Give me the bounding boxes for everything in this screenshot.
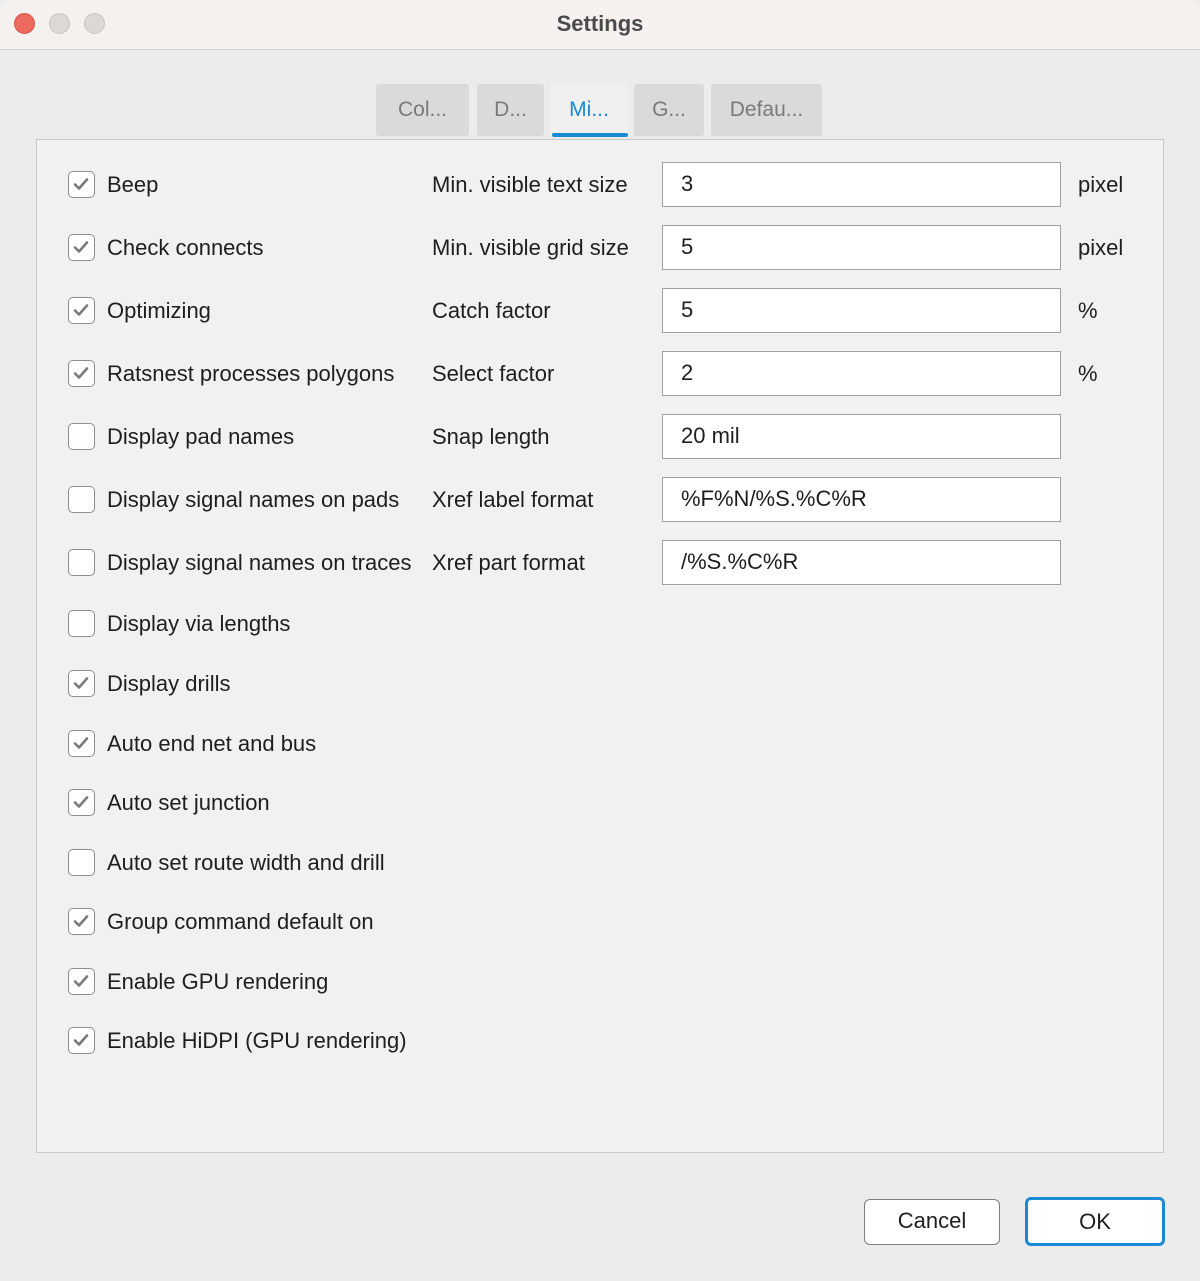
field-input[interactable]: /%S.%C%R — [662, 540, 1061, 585]
field-label: Select factor — [432, 361, 555, 386]
checkbox[interactable] — [68, 789, 95, 816]
cancel-button[interactable]: Cancel — [864, 1199, 1000, 1245]
window-title: Settings — [556, 11, 644, 36]
checkmark-icon — [73, 367, 89, 379]
field-label: Snap length — [432, 424, 550, 449]
field-input[interactable]: %F%N/%S.%C%R — [662, 477, 1061, 522]
tab-misc[interactable]: Mi... — [550, 84, 628, 136]
checkbox-label[interactable]: Enable GPU rendering — [107, 967, 328, 997]
checkbox[interactable] — [68, 360, 95, 387]
checkbox[interactable] — [68, 730, 95, 757]
checkbox[interactable] — [68, 849, 95, 876]
checkmark-icon — [73, 677, 89, 689]
checkbox[interactable] — [68, 1027, 95, 1054]
checkmark-icon — [73, 796, 89, 808]
checkbox-label[interactable]: Display signal names on pads — [107, 485, 399, 515]
checkmark-icon — [73, 1034, 89, 1046]
field-unit: % — [1078, 361, 1098, 386]
checkbox-label[interactable]: Check connects — [107, 233, 264, 263]
checkmark-icon — [73, 975, 89, 987]
tab-d[interactable]: D... — [477, 84, 544, 136]
checkbox[interactable] — [68, 234, 95, 261]
field-input[interactable]: 5 — [662, 288, 1061, 333]
checkbox-label[interactable]: Auto end net and bus — [107, 729, 316, 759]
checkbox[interactable] — [68, 171, 95, 198]
field-input[interactable]: 2 — [662, 351, 1061, 396]
checkbox[interactable] — [68, 908, 95, 935]
field-unit: pixel — [1078, 172, 1124, 197]
field-unit: pixel — [1078, 235, 1124, 260]
tab-colors[interactable]: Col... — [376, 84, 469, 136]
field-label: Catch factor — [432, 298, 551, 323]
checkmark-icon — [73, 178, 89, 190]
checkbox-label[interactable]: Ratsnest processes polygons — [107, 359, 394, 389]
checkbox[interactable] — [68, 486, 95, 513]
settings-window: Settings Col... D... Mi... G... Defau...… — [0, 0, 1200, 1281]
checkbox[interactable] — [68, 610, 95, 637]
checkbox[interactable] — [68, 549, 95, 576]
field-input[interactable]: 5 — [662, 225, 1061, 270]
active-tab-indicator — [552, 133, 628, 137]
field-input[interactable]: 20 mil — [662, 414, 1061, 459]
checkbox[interactable] — [68, 423, 95, 450]
field-label: Min. visible text size — [432, 172, 628, 197]
checkbox-label[interactable]: Display signal names on traces — [107, 548, 411, 578]
checkbox-label[interactable]: Optimizing — [107, 296, 211, 326]
field-label: Xref part format — [432, 550, 585, 575]
field-input[interactable]: 3 — [662, 162, 1061, 207]
checkmark-icon — [73, 737, 89, 749]
checkbox-label[interactable]: Group command default on — [107, 907, 374, 937]
checkbox-label[interactable]: Auto set junction — [107, 788, 270, 818]
checkbox[interactable] — [68, 297, 95, 324]
checkmark-icon — [73, 241, 89, 253]
checkbox[interactable] — [68, 968, 95, 995]
checkbox-label[interactable]: Display drills — [107, 669, 230, 699]
field-label: Min. visible grid size — [432, 235, 629, 260]
ok-button[interactable]: OK — [1025, 1197, 1165, 1246]
title-bar: Settings — [0, 0, 1200, 50]
checkbox-label[interactable]: Display via lengths — [107, 609, 290, 639]
field-unit: % — [1078, 298, 1098, 323]
field-label: Xref label format — [432, 487, 594, 512]
tab-defaults[interactable]: Defau... — [711, 84, 822, 136]
checkmark-icon — [73, 915, 89, 927]
checkbox-label[interactable]: Beep — [107, 170, 158, 200]
tab-g[interactable]: G... — [634, 84, 704, 136]
checkbox-label[interactable]: Auto set route width and drill — [107, 848, 385, 878]
checkbox-label[interactable]: Enable HiDPI (GPU rendering) — [107, 1026, 407, 1056]
checkbox-label[interactable]: Display pad names — [107, 422, 294, 452]
checkbox[interactable] — [68, 670, 95, 697]
checkmark-icon — [73, 304, 89, 316]
